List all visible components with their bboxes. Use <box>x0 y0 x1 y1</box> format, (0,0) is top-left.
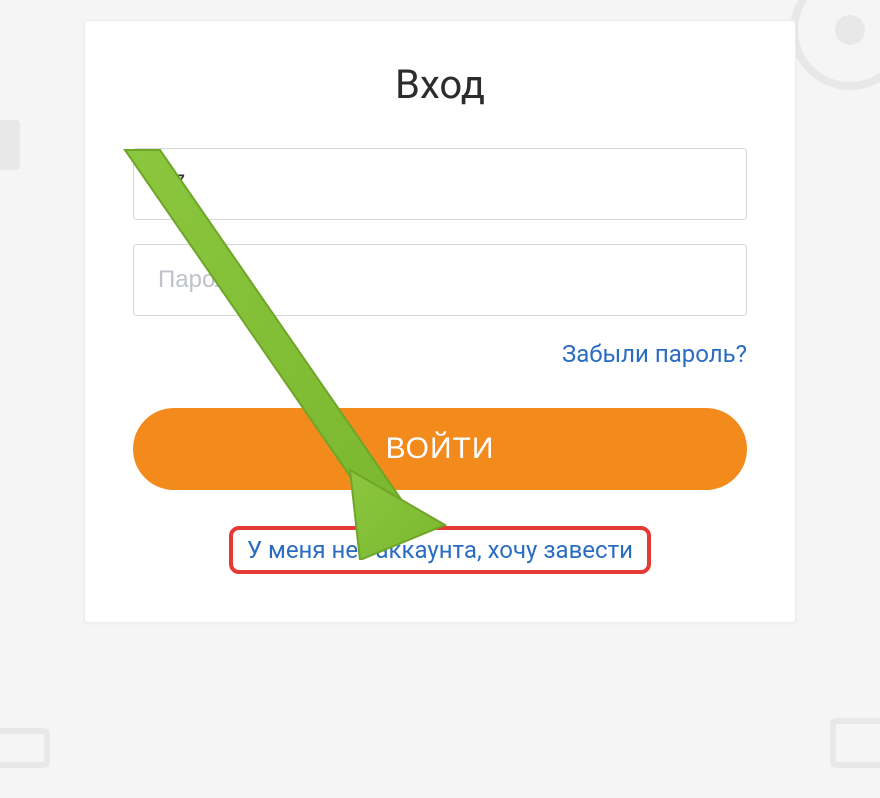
register-row: У меня нет аккаунта, хочу завести <box>133 526 747 574</box>
login-title: Вход <box>133 61 747 108</box>
login-card: Вход Забыли пароль? ВОЙТИ У меня нет акк… <box>84 20 796 623</box>
register-link[interactable]: У меня нет аккаунта, хочу завести <box>229 526 651 574</box>
background-decoration <box>790 0 880 90</box>
forgot-password-link[interactable]: Забыли пароль? <box>562 340 747 368</box>
background-decoration <box>830 718 880 768</box>
login-button[interactable]: ВОЙТИ <box>133 408 747 490</box>
password-input[interactable] <box>133 244 747 316</box>
background-decoration <box>0 120 20 170</box>
phone-input[interactable] <box>133 148 747 220</box>
forgot-row: Забыли пароль? <box>133 340 747 368</box>
background-decoration <box>0 728 50 768</box>
